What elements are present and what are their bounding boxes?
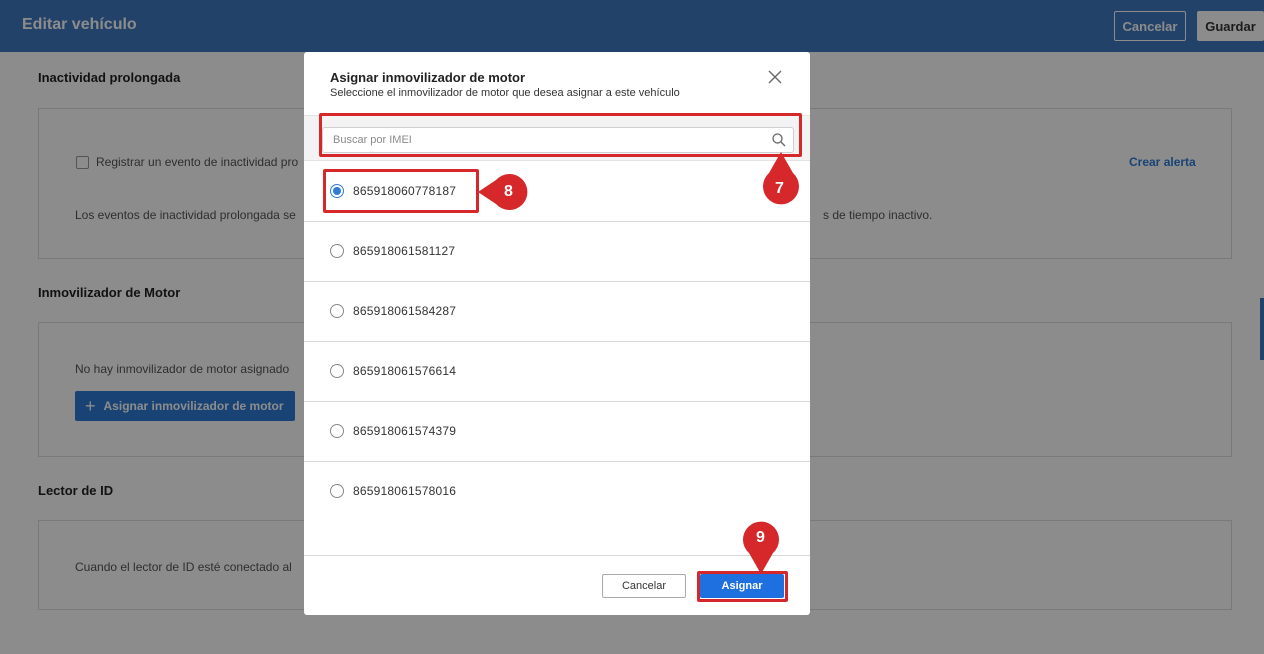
search-highlight-box	[319, 113, 802, 157]
callout-marker-9: 9	[742, 520, 780, 574]
radio[interactable]	[330, 304, 344, 318]
list-item[interactable]: 865918061584287	[304, 282, 810, 342]
imei-label: 865918061574379	[353, 424, 457, 438]
callout-number: 9	[756, 529, 765, 546]
radio[interactable]	[330, 484, 344, 498]
callout-marker-7: 7	[762, 152, 800, 212]
assign-highlight-box	[697, 571, 788, 602]
radio[interactable]	[330, 244, 344, 258]
close-icon[interactable]	[764, 66, 786, 88]
modal-title: Asignar inmovilizador de motor	[330, 70, 526, 85]
list-item[interactable]: 865918061578016	[304, 462, 810, 522]
list-item[interactable]: 865918061576614	[304, 342, 810, 402]
imei-label: 865918061584287	[353, 304, 457, 318]
radio[interactable]	[330, 364, 344, 378]
callout-number: 7	[775, 180, 784, 197]
modal-footer-divider	[304, 555, 810, 556]
radio[interactable]	[330, 424, 344, 438]
callout-marker-8: 8	[478, 173, 530, 211]
modal-cancel-button[interactable]: Cancelar	[602, 574, 686, 598]
imei-label: 865918061578016	[353, 484, 457, 498]
list-item[interactable]: 865918061574379	[304, 402, 810, 462]
list-item[interactable]: 865918061581127	[304, 222, 810, 282]
callout-number: 8	[504, 183, 513, 200]
first-item-highlight-box	[323, 169, 479, 213]
modal-subtitle: Seleccione el inmovilizador de motor que…	[330, 87, 680, 99]
imei-label: 865918061576614	[353, 364, 457, 378]
imei-label: 865918061581127	[353, 244, 456, 258]
